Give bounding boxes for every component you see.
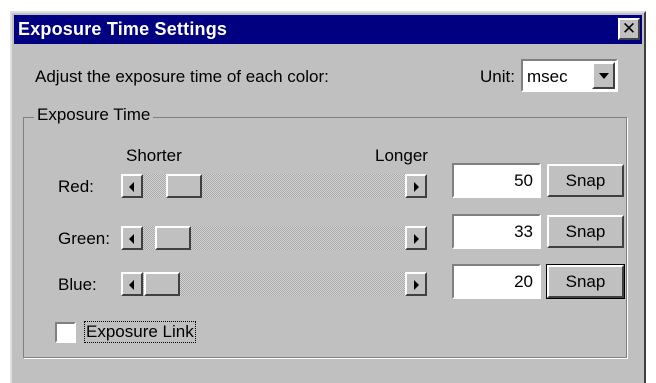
red-snap-button[interactable]: Snap: [547, 164, 624, 197]
red-slider-thumb[interactable]: [166, 174, 202, 198]
unit-dropdown-button[interactable]: [592, 62, 615, 89]
arrow-left-icon: [129, 182, 134, 192]
close-button[interactable]: ✕: [618, 18, 640, 40]
window-title: Exposure Time Settings: [18, 19, 228, 39]
title-bar[interactable]: Exposure Time Settings ✕: [14, 15, 642, 44]
blue-slider-thumb[interactable]: [144, 272, 180, 296]
exposure-link-label[interactable]: Exposure Link: [84, 321, 196, 343]
arrow-right-icon: [414, 280, 419, 290]
instruction-text: Adjust the exposure time of each color:: [35, 67, 329, 86]
blue-value-field[interactable]: 20: [452, 264, 541, 299]
blue-slider-increase[interactable]: [405, 272, 427, 296]
green-label: Green:: [58, 229, 110, 248]
red-slider-decrease[interactable]: [121, 174, 143, 198]
green-slider-thumb[interactable]: [155, 226, 191, 250]
unit-label: Unit:: [480, 67, 515, 86]
scale-max-label: Longer: [375, 146, 428, 165]
blue-slider[interactable]: [121, 272, 427, 296]
chevron-down-icon: [599, 73, 609, 79]
red-slider[interactable]: [121, 174, 427, 198]
red-label: Red:: [58, 177, 94, 196]
unit-select[interactable]: msec: [521, 59, 618, 92]
unit-select-value: msec: [527, 67, 568, 86]
arrow-left-icon: [129, 234, 134, 244]
green-value-field[interactable]: 33: [452, 214, 541, 249]
green-slider-increase[interactable]: [405, 226, 427, 250]
red-slider-increase[interactable]: [405, 174, 427, 198]
blue-slider-decrease[interactable]: [121, 272, 143, 296]
green-slider[interactable]: [121, 226, 427, 250]
arrow-left-icon: [129, 280, 134, 290]
red-value-field[interactable]: 50: [452, 163, 541, 198]
green-snap-button[interactable]: Snap: [547, 215, 624, 248]
group-label: Exposure Time: [34, 105, 154, 125]
green-slider-decrease[interactable]: [121, 226, 143, 250]
arrow-right-icon: [414, 234, 419, 244]
blue-label: Blue:: [58, 275, 97, 294]
close-icon: ✕: [621, 19, 637, 38]
scale-min-label: Shorter: [126, 146, 182, 165]
blue-snap-button[interactable]: Snap: [546, 264, 625, 299]
arrow-right-icon: [414, 182, 419, 192]
exposure-link-checkbox[interactable]: [55, 322, 76, 343]
